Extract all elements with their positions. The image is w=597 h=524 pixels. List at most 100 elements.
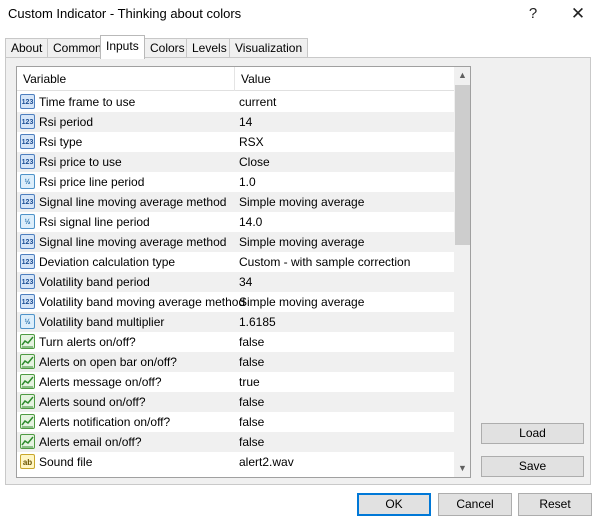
variable-cell[interactable]: ab Sound file — [17, 452, 235, 472]
double-icon: ½ — [20, 174, 35, 189]
value-cell[interactable]: 1.0 — [235, 172, 454, 192]
variable-cell[interactable]: 123 Rsi type — [17, 132, 235, 152]
double-icon: ½ — [20, 314, 35, 329]
variable-cell[interactable]: 123 Deviation calculation type — [17, 252, 235, 272]
table-row[interactable]: Alerts message on/off? true — [17, 372, 454, 392]
value-cell[interactable]: current — [235, 92, 454, 112]
table-row[interactable]: 123 Rsi period 14 — [17, 112, 454, 132]
value-cell[interactable]: Close — [235, 152, 454, 172]
value-cell[interactable]: Simple moving average — [235, 192, 454, 212]
boolean-icon — [20, 334, 35, 349]
reset-button[interactable]: Reset — [518, 493, 592, 516]
table-row[interactable]: ½ Volatility band multiplier 1.6185 — [17, 312, 454, 332]
value-cell[interactable]: 1.6185 — [235, 312, 454, 332]
variable-name: Volatility band moving average method — [39, 295, 246, 309]
variable-name: Alerts sound on/off? — [39, 395, 146, 409]
save-button[interactable]: Save — [481, 456, 584, 477]
table-row[interactable]: Turn alerts on/off? false — [17, 332, 454, 352]
integer-icon: 123 — [20, 294, 35, 309]
value-cell[interactable]: alert2.wav — [235, 452, 454, 472]
variable-cell[interactable]: Alerts on open bar on/off? — [17, 352, 235, 372]
grid-header: Variable Value — [17, 67, 454, 91]
value-cell[interactable]: true — [235, 372, 454, 392]
table-row[interactable]: 123 Deviation calculation type Custom - wi… — [17, 252, 454, 272]
variable-cell[interactable]: 123 Volatility band moving average method — [17, 292, 245, 312]
value-cell[interactable]: false — [235, 392, 454, 412]
value-cell[interactable]: false — [235, 352, 454, 372]
value-cell[interactable]: 14 — [235, 112, 454, 132]
variable-cell[interactable]: ½ Rsi signal line period — [17, 212, 235, 232]
ok-button[interactable]: OK — [357, 493, 431, 516]
integer-icon: 123 — [20, 114, 35, 129]
variable-cell[interactable]: 123 Rsi period — [17, 112, 235, 132]
load-button[interactable]: Load — [481, 423, 584, 444]
double-icon: ½ — [20, 214, 35, 229]
table-row[interactable]: 123 Rsi price to use Close — [17, 152, 454, 172]
tab-visualization[interactable]: Visualization — [229, 38, 309, 58]
table-row[interactable]: 123 Time frame to use current — [17, 92, 454, 112]
table-row[interactable]: 123 Signal line moving average method Simp… — [17, 192, 454, 212]
table-row[interactable]: 123 Volatility band period 34 — [17, 272, 454, 292]
variable-cell[interactable]: Turn alerts on/off? — [17, 332, 235, 352]
variable-cell[interactable]: 123 Signal line moving average method — [17, 232, 235, 252]
table-row[interactable]: 123 Signal line moving average method Simp… — [17, 232, 454, 252]
vertical-scrollbar[interactable]: ▲ ▼ — [454, 67, 470, 477]
variable-name: Rsi price line period — [39, 175, 145, 189]
value-cell[interactable]: false — [235, 432, 454, 452]
table-row[interactable]: ½ Rsi signal line period 14.0 — [17, 212, 454, 232]
table-row[interactable]: 123 Volatility band moving average method… — [17, 292, 454, 312]
value-cell[interactable]: Simple moving average — [235, 292, 454, 312]
boolean-icon — [20, 414, 35, 429]
variable-name: Alerts on open bar on/off? — [39, 355, 177, 369]
variable-cell[interactable]: Alerts sound on/off? — [17, 392, 235, 412]
table-row[interactable]: 123 Rsi type RSX — [17, 132, 454, 152]
integer-icon: 123 — [20, 234, 35, 249]
variable-cell[interactable]: Alerts message on/off? — [17, 372, 235, 392]
variable-name: Sound file — [39, 455, 93, 469]
column-header-variable[interactable]: Variable — [17, 67, 235, 91]
tab-about[interactable]: About — [5, 38, 49, 58]
variable-cell[interactable]: ½ Rsi price line period — [17, 172, 235, 192]
value-cell[interactable]: false — [235, 332, 454, 352]
variable-cell[interactable]: Alerts notification on/off? — [17, 412, 235, 432]
variable-cell[interactable]: 123 Rsi price to use — [17, 152, 235, 172]
integer-icon: 123 — [20, 154, 35, 169]
variable-cell[interactable]: Alerts email on/off? — [17, 432, 235, 452]
scrollbar-thumb[interactable] — [455, 85, 470, 245]
integer-icon: 123 — [20, 194, 35, 209]
variable-cell[interactable]: 123 Signal line moving average method — [17, 192, 235, 212]
variable-cell[interactable]: ½ Volatility band multiplier — [17, 312, 235, 332]
value-cell[interactable]: 34 — [235, 272, 454, 292]
table-row[interactable]: Alerts notification on/off? false — [17, 412, 454, 432]
grid-rows: 123 Time frame to use current 123 Rsi period… — [17, 92, 454, 472]
help-button[interactable]: ? — [518, 3, 548, 25]
value-cell[interactable]: false — [235, 412, 454, 432]
value-cell[interactable]: 14.0 — [235, 212, 454, 232]
scroll-down-arrow-icon[interactable]: ▼ — [454, 460, 470, 477]
variable-cell[interactable]: 123 Volatility band period — [17, 272, 235, 292]
variable-name: Time frame to use — [39, 95, 136, 109]
value-cell[interactable]: Custom - with sample correction — [235, 252, 454, 272]
tab-common[interactable]: Common — [47, 38, 108, 58]
integer-icon: 123 — [20, 94, 35, 109]
variable-name: Alerts message on/off? — [39, 375, 162, 389]
variable-name: Rsi price to use — [39, 155, 122, 169]
tab-inputs[interactable]: Inputs — [100, 35, 145, 59]
column-header-value[interactable]: Value — [235, 67, 454, 91]
cancel-button[interactable]: Cancel — [438, 493, 512, 516]
tab-levels[interactable]: Levels — [186, 38, 233, 58]
scroll-up-arrow-icon[interactable]: ▲ — [454, 67, 470, 84]
boolean-icon — [20, 394, 35, 409]
variable-cell[interactable]: 123 Time frame to use — [17, 92, 235, 112]
table-row[interactable]: Alerts on open bar on/off? false — [17, 352, 454, 372]
table-row[interactable]: Alerts email on/off? false — [17, 432, 454, 452]
value-cell[interactable]: Simple moving average — [235, 232, 454, 252]
table-row[interactable]: ½ Rsi price line period 1.0 — [17, 172, 454, 192]
boolean-icon — [20, 354, 35, 369]
value-cell[interactable]: RSX — [235, 132, 454, 152]
close-button[interactable]: ✕ — [563, 3, 593, 25]
tab-colors[interactable]: Colors — [144, 38, 191, 58]
table-row[interactable]: ab Sound file alert2.wav — [17, 452, 454, 472]
table-row[interactable]: Alerts sound on/off? false — [17, 392, 454, 412]
integer-icon: 123 — [20, 134, 35, 149]
